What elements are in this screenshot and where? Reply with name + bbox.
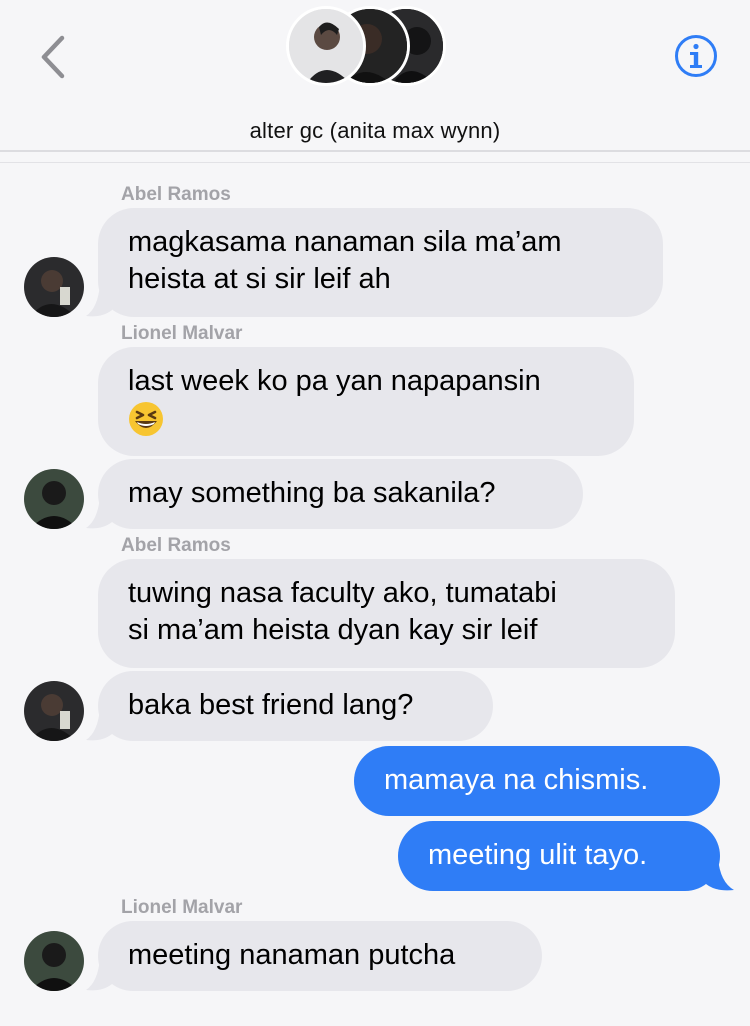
avatar-abel-ramos[interactable] [24,681,84,741]
header-divider [0,162,750,163]
message-line: magkasama nanaman sila ma’am [128,226,562,258]
sender-name: Abel Ramos [121,535,231,556]
message-line: last week ko pa yan napapansin [128,365,541,397]
bubble-tail [86,708,112,741]
message-bubble[interactable]: tuwing nasa faculty ako, tumatabi si ma’… [98,559,675,668]
message-bubble[interactable]: meeting nanaman putcha [98,921,542,991]
bubble-tail [86,496,112,529]
sender-name: Abel Ramos [121,184,231,205]
chevron-left-icon[interactable] [36,34,70,80]
message-line: meeting ulit tayo. [428,839,648,871]
bubble-tail [86,284,112,317]
message-line: meeting nanaman putcha [128,939,456,971]
message-line: baka best friend lang? [128,689,414,721]
info-icon[interactable] [674,34,718,78]
sender-name: Lionel Malvar [121,323,243,344]
message-line: si ma’am heista dyan kay sir leif [128,614,538,646]
bubble-tail [706,858,734,891]
message-bubble[interactable]: magkasama nanaman sila ma’am heista at s… [98,208,663,317]
group-avatar-stack[interactable] [286,6,456,88]
message-line: mamaya na chismis. [384,764,649,796]
group-avatar-1 [286,6,366,86]
bubble-tail [86,958,112,991]
message-bubble[interactable]: last week ko pa yan napapansin [98,347,634,456]
sender-name: Lionel Malvar [121,897,243,918]
conversation-title[interactable]: alter gc (anita max wynn) [0,118,750,144]
avatar-lionel-malvar[interactable] [24,469,84,529]
grinning-squinting-face-icon [129,402,163,437]
conversation-header: alter gc (anita max wynn) [0,0,750,152]
message-bubble-outgoing[interactable]: meeting ulit tayo. [398,821,720,891]
message-bubble-outgoing[interactable]: mamaya na chismis. [354,746,720,816]
avatar-abel-ramos[interactable] [24,257,84,317]
message-bubble[interactable]: may something ba sakanila? [98,459,583,529]
avatar-lionel-malvar[interactable] [24,931,84,991]
message-line: tuwing nasa faculty ako, tumatabi [128,577,557,609]
message-line: heista at si sir leif ah [128,263,391,295]
message-line: may something ba sakanila? [128,477,496,509]
message-bubble[interactable]: baka best friend lang? [98,671,493,741]
